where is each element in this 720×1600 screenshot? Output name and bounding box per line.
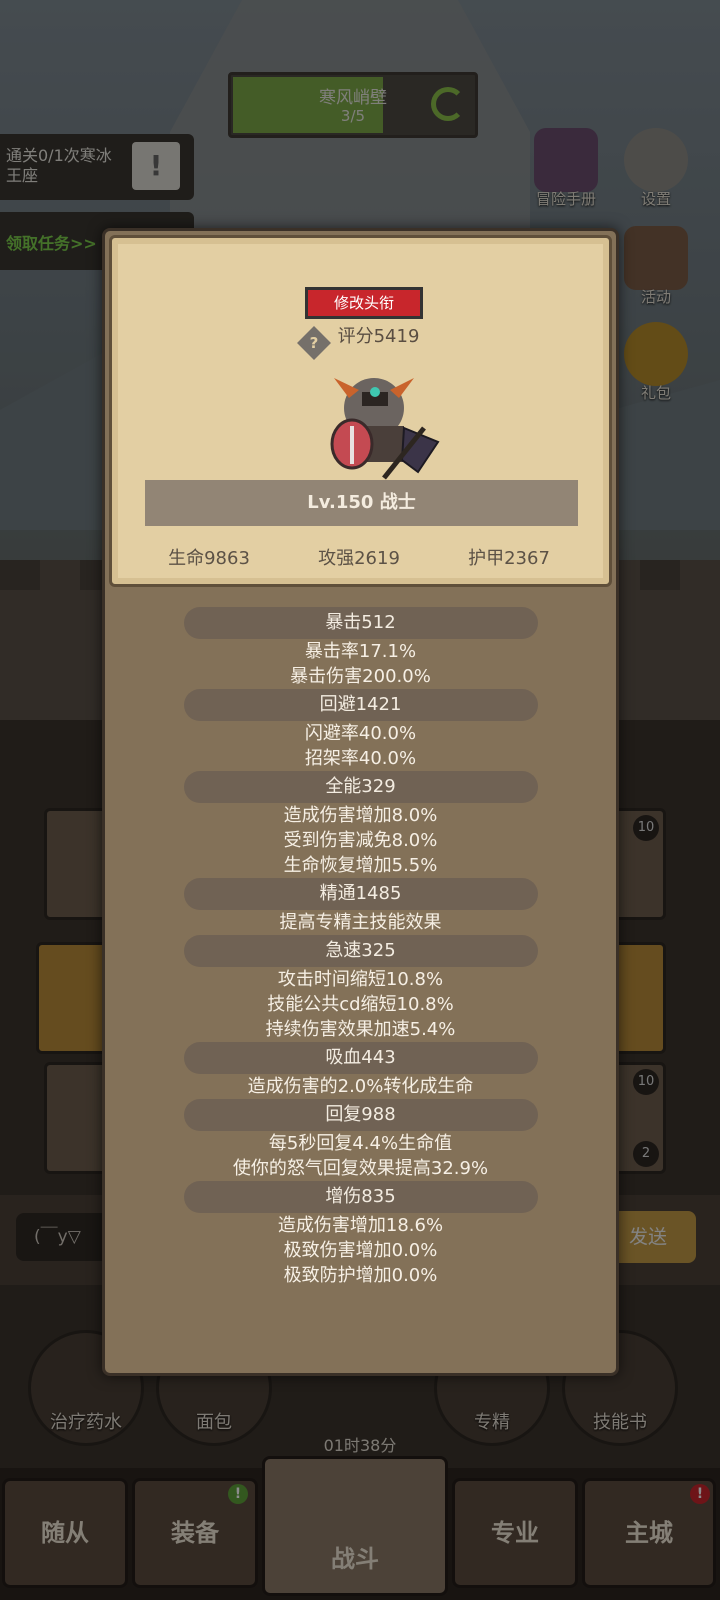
attribute-detail: 暴击伤害200.0%: [290, 666, 431, 687]
attack-power-stat: 攻强2619: [318, 548, 400, 569]
warrior-avatar: [330, 378, 440, 480]
attribute-group: 吸血443 造成伤害的2.0%转化成生命: [105, 1042, 616, 1099]
attribute-list: 暴击512 暴击率17.1% 暴击伤害200.0% 回避1421 闪避率40.0% 招架率…: [105, 607, 616, 1288]
attribute-header: 全能329: [183, 771, 538, 803]
score-text: 评分5419: [337, 326, 420, 347]
attribute-group: 增伤835 造成伤害增加18.6% 极致伤害增加0.0% 极致防护增加0.0%: [105, 1181, 616, 1288]
attribute-detail: 攻击时间缩短10.8%: [277, 969, 444, 990]
base-stats: 生命9863 攻强2619 护甲2367: [112, 544, 609, 569]
attribute-detail: 造成伤害的2.0%转化成生命: [247, 1076, 474, 1097]
attribute-detail: 提高专精主技能效果: [279, 912, 442, 933]
attribute-detail: 受到伤害减免8.0%: [283, 830, 438, 851]
health-stat: 生命9863: [168, 548, 250, 569]
attribute-group: 暴击512 暴击率17.1% 暴击伤害200.0%: [105, 607, 616, 689]
attribute-group: 全能329 造成伤害增加8.0% 受到伤害减免8.0% 生命恢复增加5.5%: [105, 771, 616, 878]
character-card: 修改头衔 ? 评分5419 Lv.150 战士 生命9863 攻强2619 护甲…: [109, 235, 612, 587]
help-icon[interactable]: ?: [296, 326, 331, 360]
edit-title-button[interactable]: 修改头衔: [305, 287, 423, 319]
score-row: ? 评分5419: [112, 322, 609, 360]
attribute-detail: 造成伤害增加8.0%: [283, 805, 438, 826]
attribute-detail: 招架率40.0%: [304, 748, 417, 769]
attribute-header: 增伤835: [183, 1181, 538, 1213]
attribute-header: 吸血443: [183, 1042, 538, 1074]
attribute-detail: 造成伤害增加18.6%: [277, 1215, 444, 1236]
attribute-header: 暴击512: [183, 607, 538, 639]
attribute-header: 回避1421: [183, 689, 538, 721]
attribute-detail: 生命恢复增加5.5%: [283, 855, 438, 876]
attribute-header: 急速325: [183, 935, 538, 967]
attribute-detail: 技能公共cd缩短10.8%: [267, 994, 454, 1015]
attribute-detail: 暴击率17.1%: [304, 641, 417, 662]
attribute-group: 精通1485 提高专精主技能效果: [105, 878, 616, 935]
attribute-header: 回复988: [183, 1099, 538, 1131]
character-stats-modal: 修改头衔 ? 评分5419 Lv.150 战士 生命9863 攻强2619 护甲…: [102, 228, 619, 1376]
attribute-group: 回复988 每5秒回复4.4%生命值使你的怒气回复效果提高32.9%: [105, 1099, 616, 1181]
game-screen: 寒风峭壁 3/5 通关0/1次寒冰王座 ! 领取任务>> 冒险手册 设置 活动 …: [0, 0, 720, 1600]
armor-stat: 护甲2367: [468, 548, 550, 569]
attribute-header: 精通1485: [183, 878, 538, 910]
attribute-detail: 每5秒回复4.4%生命值: [268, 1133, 453, 1154]
attribute-detail: 极致防护增加0.0%: [283, 1265, 438, 1286]
attribute-detail: 使你的怒气回复效果提高32.9%: [232, 1158, 489, 1179]
attribute-group: 回避1421 闪避率40.0% 招架率40.0%: [105, 689, 616, 771]
attribute-detail: 极致伤害增加0.0%: [283, 1240, 438, 1261]
level-bar: Lv.150 战士: [145, 480, 578, 526]
attribute-detail: 持续伤害效果加速5.4%: [265, 1019, 456, 1040]
attribute-group: 急速325 攻击时间缩短10.8% 技能公共cd缩短10.8% 持续伤害效果加速5.4…: [105, 935, 616, 1042]
attribute-detail: 闪避率40.0%: [304, 723, 417, 744]
